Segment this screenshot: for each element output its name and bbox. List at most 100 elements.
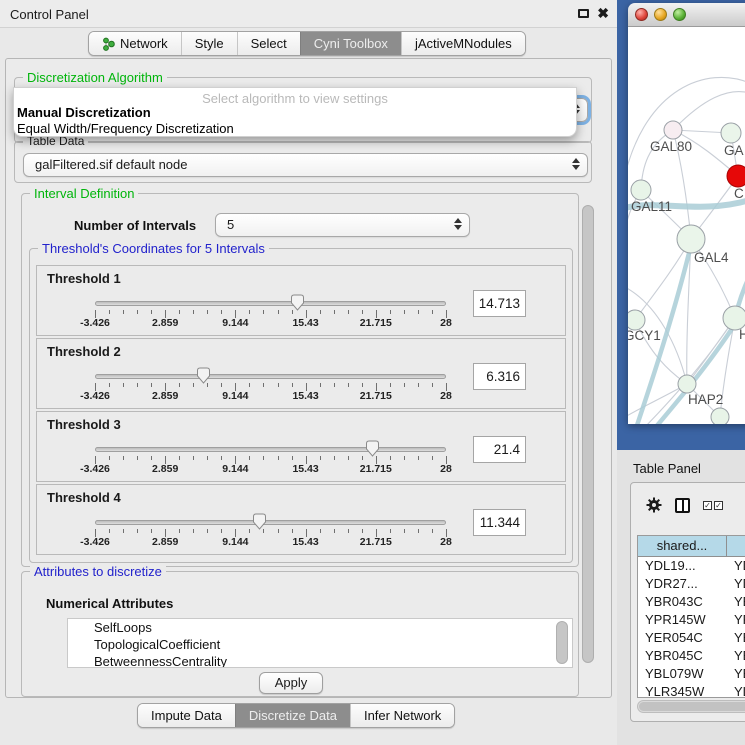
table-row[interactable]: YER054CYER0 bbox=[638, 629, 745, 647]
float-window-icon[interactable] bbox=[578, 9, 589, 18]
network-node[interactable] bbox=[678, 375, 696, 393]
tab-discretize-data[interactable]: Discretize Data bbox=[235, 704, 350, 727]
network-canvas[interactable]: GAL80GACGAL11GAL4GCY1HHAP2 bbox=[628, 27, 745, 424]
thresholds-group-title: Threshold's Coordinates for 5 Intervals bbox=[38, 241, 269, 256]
number-of-intervals-combobox[interactable]: 5 bbox=[215, 213, 470, 237]
gear-icon[interactable] bbox=[646, 497, 662, 513]
slider-handle-icon[interactable] bbox=[290, 294, 305, 311]
list-scrollbar[interactable] bbox=[556, 621, 568, 664]
tab-label: Cyni Toolbox bbox=[314, 32, 388, 55]
slider-handle-icon[interactable] bbox=[196, 367, 211, 384]
slider-track[interactable] bbox=[95, 374, 446, 379]
table-row[interactable]: YPR145WYPR1 bbox=[638, 611, 745, 629]
node-label: GA bbox=[724, 143, 744, 158]
table-panel: Table Panel ✓✓ shared... na YDL19...YDL1… bbox=[617, 450, 745, 745]
cell-shared-name[interactable]: YLR345W bbox=[638, 683, 727, 698]
application-window: Control Panel ✖ NetworkStyleSelect Cyni T… bbox=[0, 0, 745, 745]
tab-label: Infer Network bbox=[364, 704, 441, 727]
cell-shared-name[interactable]: YER054C bbox=[638, 629, 727, 647]
tab-style[interactable]: Style bbox=[181, 32, 237, 55]
cell-name[interactable]: YBR0 bbox=[727, 647, 745, 665]
cell-shared-name[interactable]: YBL079W bbox=[638, 665, 727, 683]
network-node[interactable] bbox=[721, 123, 741, 143]
table-data-combobox[interactable]: galFiltered.sif default node bbox=[23, 153, 588, 177]
threshold-value-field[interactable]: 11.344 bbox=[473, 509, 526, 536]
cell-shared-name[interactable]: YBR045C bbox=[638, 647, 727, 665]
cell-name[interactable]: YBL0 bbox=[727, 665, 745, 683]
tick-label: 15.43 bbox=[292, 390, 318, 402]
table-row[interactable]: YBR045CYBR0 bbox=[638, 647, 745, 665]
tick-label: 2.859 bbox=[152, 536, 178, 548]
tab-impute-data[interactable]: Impute Data bbox=[138, 704, 235, 727]
tick-label: -3.426 bbox=[80, 463, 110, 475]
panel-scrollbar[interactable] bbox=[582, 205, 594, 663]
table-row[interactable]: YLR345WYLR3 bbox=[638, 683, 745, 698]
slider-track[interactable] bbox=[95, 447, 446, 452]
attribute-item[interactable]: BetweennessCentrality bbox=[81, 653, 572, 668]
attribute-items: SelfLoopsTopologicalCoefficientBetweenne… bbox=[68, 619, 572, 668]
table-row[interactable]: YDR27...YDR2 bbox=[638, 575, 745, 593]
apply-button[interactable]: Apply bbox=[259, 672, 323, 694]
threshold-value-field[interactable]: 21.4 bbox=[473, 436, 526, 463]
cell-name[interactable]: YBR0 bbox=[727, 593, 745, 611]
cell-shared-name[interactable]: YBR043C bbox=[638, 593, 727, 611]
threshold-value-field[interactable]: 14.713 bbox=[473, 290, 526, 317]
popup-item-manual-discretization[interactable]: Manual Discretization bbox=[17, 105, 151, 120]
threshold-label: Threshold 4 bbox=[47, 490, 121, 505]
table-row[interactable]: YDL19...YDL1 bbox=[638, 557, 745, 575]
split-column-icon[interactable] bbox=[675, 498, 690, 513]
column-header-name[interactable]: na bbox=[727, 536, 745, 556]
tick-label: -3.426 bbox=[80, 317, 110, 329]
threshold-value-field[interactable]: 6.316 bbox=[473, 363, 526, 390]
tab-select[interactable]: Select bbox=[237, 32, 300, 55]
tick-label: 15.43 bbox=[292, 536, 318, 548]
cell-name[interactable]: YDR2 bbox=[727, 575, 745, 593]
network-node[interactable] bbox=[727, 165, 745, 187]
network-node[interactable] bbox=[628, 310, 645, 330]
attribute-item[interactable]: SelfLoops bbox=[81, 619, 572, 636]
cell-name[interactable]: YLR3 bbox=[727, 683, 745, 698]
threshold-label: Threshold 2 bbox=[47, 344, 121, 359]
attribute-item[interactable]: TopologicalCoefficient bbox=[81, 636, 572, 653]
cell-shared-name[interactable]: YDL19... bbox=[638, 557, 727, 575]
table-row[interactable]: YBR043CYBR0 bbox=[638, 593, 745, 611]
tab-jactivemnodules[interactable]: jActiveMNodules bbox=[401, 32, 525, 55]
table-horizontal-scrollbar[interactable] bbox=[637, 700, 745, 713]
tab-infer-network[interactable]: Infer Network bbox=[350, 704, 454, 727]
tab-cyni-toolbox[interactable]: Cyni Toolbox bbox=[300, 32, 401, 55]
table-row[interactable]: YBL079WYBL0 bbox=[638, 665, 745, 683]
popup-item-equal-width-frequency[interactable]: Equal Width/Frequency Discretization bbox=[17, 121, 234, 136]
slider-handle-icon[interactable] bbox=[365, 440, 380, 457]
tab-network[interactable]: Network bbox=[89, 32, 181, 55]
network-node[interactable] bbox=[677, 225, 705, 253]
checkboxes-icon[interactable]: ✓✓ bbox=[703, 501, 723, 510]
control-panel-titlebar: Control Panel ✖ bbox=[0, 0, 617, 28]
cell-name[interactable]: YDL1 bbox=[727, 557, 745, 575]
number-of-intervals-label: Number of Intervals bbox=[74, 218, 196, 233]
panel-title: Control Panel bbox=[10, 7, 89, 22]
cell-name[interactable]: YPR1 bbox=[727, 611, 745, 629]
close-icon[interactable]: ✖ bbox=[597, 7, 609, 19]
table-data-group: Table Data galFiltered.sif default node bbox=[14, 141, 592, 183]
column-header-shared-name[interactable]: shared... bbox=[638, 536, 727, 556]
node-label: GAL80 bbox=[650, 139, 692, 154]
cell-name[interactable]: YER0 bbox=[727, 629, 745, 647]
minimize-traffic-light-icon[interactable] bbox=[654, 8, 667, 21]
tick-label: 2.859 bbox=[152, 317, 178, 329]
close-traffic-light-icon[interactable] bbox=[635, 8, 648, 21]
table-panel-title: Table Panel bbox=[633, 461, 701, 476]
tick-label: -3.426 bbox=[80, 390, 110, 402]
numerical-attributes-list[interactable]: SelfLoopsTopologicalCoefficientBetweenne… bbox=[67, 618, 573, 668]
attributes-group-title: Attributes to discretize bbox=[30, 564, 166, 579]
node-table[interactable]: shared... na YDL19...YDL1YDR27...YDR2YBR… bbox=[637, 535, 745, 698]
slider-track[interactable] bbox=[95, 301, 446, 306]
network-node[interactable] bbox=[631, 180, 651, 200]
cell-shared-name[interactable]: YDR27... bbox=[638, 575, 727, 593]
zoom-traffic-light-icon[interactable] bbox=[673, 8, 686, 21]
cell-shared-name[interactable]: YPR145W bbox=[638, 611, 727, 629]
network-node[interactable] bbox=[711, 408, 729, 424]
tick-label: 15.43 bbox=[292, 463, 318, 475]
slider-handle-icon[interactable] bbox=[252, 513, 267, 530]
slider-track[interactable] bbox=[95, 520, 446, 525]
network-node[interactable] bbox=[664, 121, 682, 139]
